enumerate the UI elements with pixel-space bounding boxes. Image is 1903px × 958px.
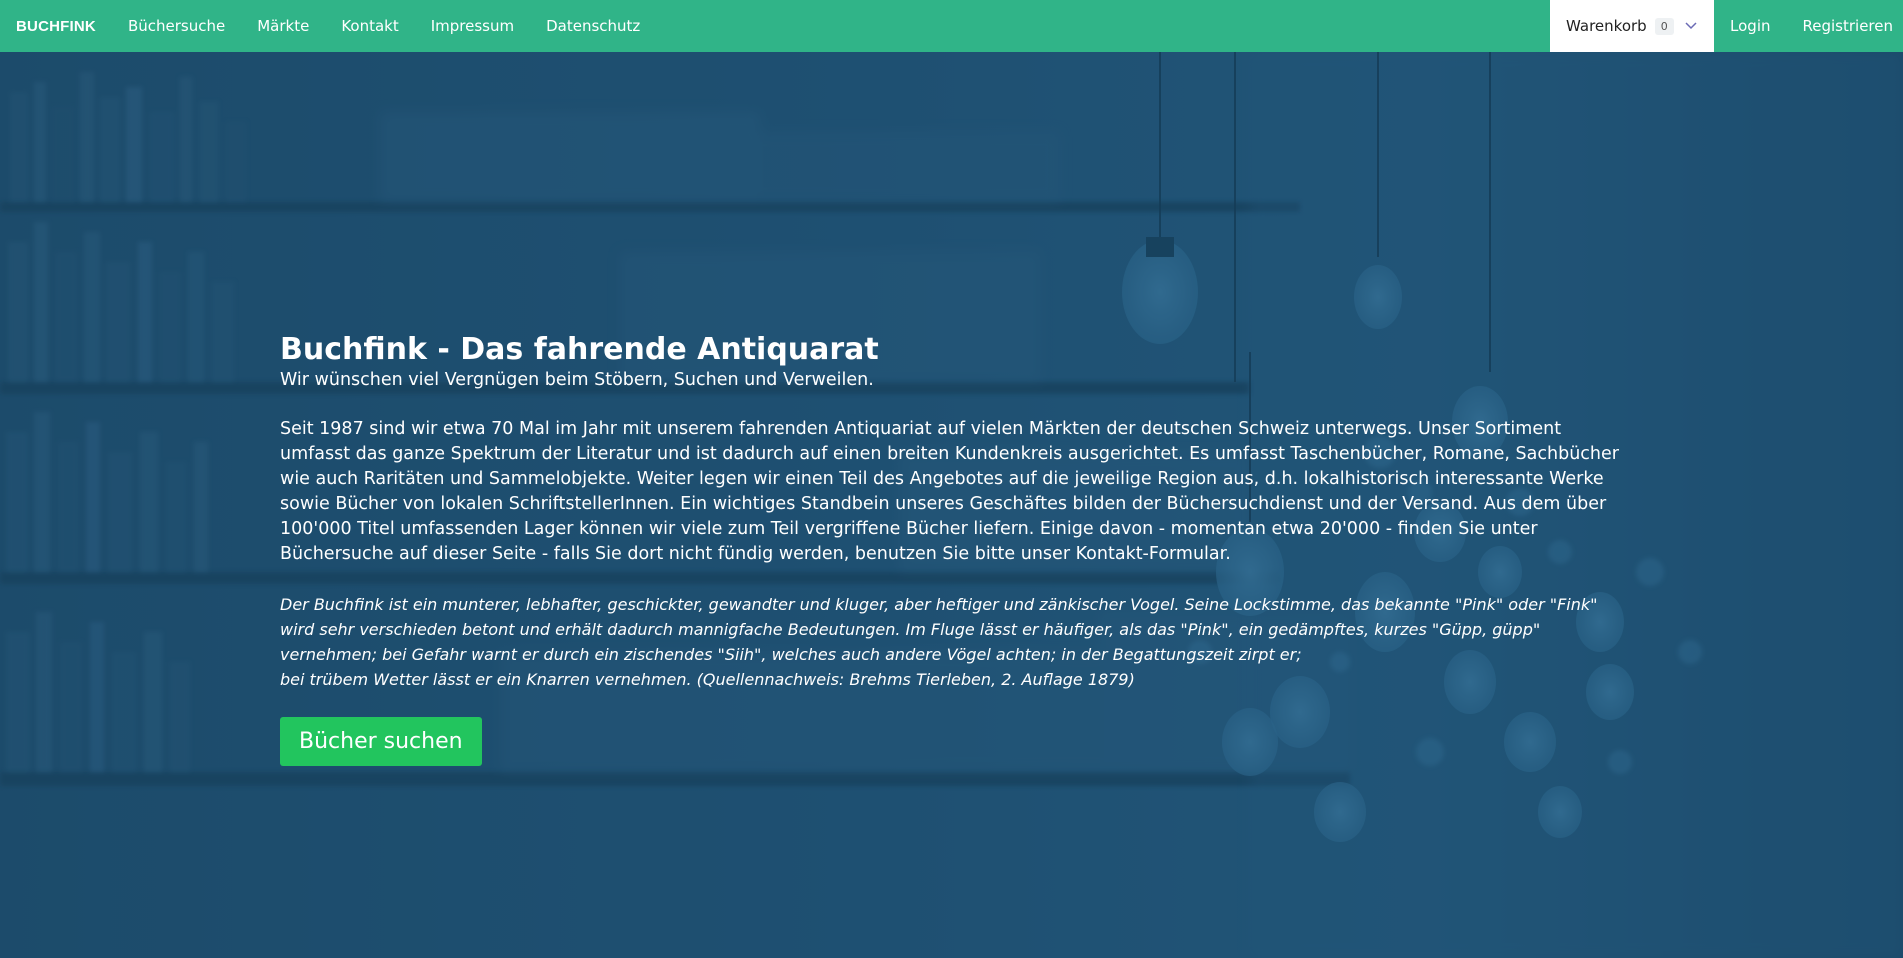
cart-dropdown[interactable]: Warenkorb 0 [1550,0,1715,52]
page-title: Buchfink - Das fahrende Antiquarat [280,332,879,367]
nav-link-impressum[interactable]: Impressum [415,0,530,52]
search-books-button[interactable]: Bücher suchen [280,717,482,766]
page-subtitle: Wir wünschen viel Vergnügen beim Stöbern… [280,370,874,390]
brand-logo[interactable]: BUCHFINK [16,18,96,35]
nav-link-datenschutz[interactable]: Datenschutz [530,0,656,52]
nav-link-kontakt[interactable]: Kontakt [325,0,414,52]
quote-citation: bei trübem Wetter lässt er ein Knarren v… [280,670,1135,689]
hero-section: Buchfink - Das fahrende Antiquarat Wir w… [0,52,1903,958]
chevron-down-icon [1684,18,1698,34]
nav-link-maerkte[interactable]: Märkte [241,0,325,52]
quote-paragraph: Der Buchfink ist ein munterer, lebhafter… [280,592,1620,692]
nav-right-group: Warenkorb 0 Login Registrieren [1550,0,1903,52]
hero-content: Buchfink - Das fahrende Antiquarat Wir w… [280,332,1620,766]
login-link[interactable]: Login [1714,0,1786,52]
quote-text: Der Buchfink ist ein munterer, lebhafter… [280,595,1598,664]
cart-count-badge: 0 [1654,17,1674,35]
intro-paragraph: Seit 1987 sind wir etwa 70 Mal im Jahr m… [280,419,1619,564]
nav-link-buechersuche[interactable]: Büchersuche [112,0,241,52]
top-navbar: BUCHFINK Büchersuche Märkte Kontakt Impr… [0,0,1903,52]
register-link[interactable]: Registrieren [1787,0,1903,52]
cart-label: Warenkorb [1566,17,1647,35]
